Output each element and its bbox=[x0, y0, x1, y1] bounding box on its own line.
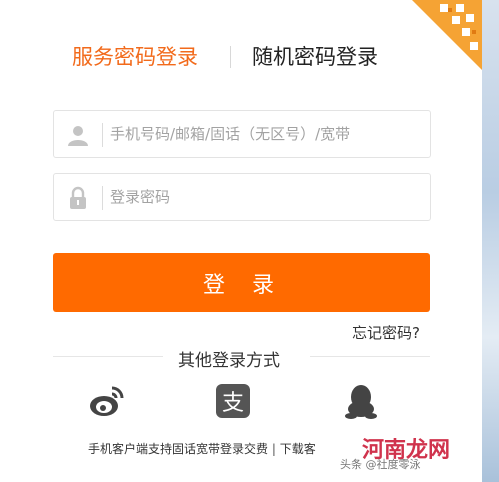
other-login-title: 其他登录方式 bbox=[178, 351, 280, 371]
user-icon bbox=[68, 126, 88, 146]
footer-separator: | bbox=[271, 442, 276, 456]
weibo-icon[interactable] bbox=[88, 382, 126, 420]
lock-icon bbox=[70, 186, 86, 209]
account-input[interactable] bbox=[110, 119, 422, 149]
tab-divider bbox=[230, 46, 231, 68]
divider-line-left bbox=[53, 356, 163, 357]
tab-service-password[interactable]: 服务密码登录 bbox=[72, 44, 198, 70]
download-link[interactable]: 下载客 bbox=[280, 442, 316, 456]
field-divider bbox=[102, 186, 103, 210]
footer-info: 手机客户端支持固话宽带登录交费 bbox=[88, 442, 269, 456]
svg-text:支: 支 bbox=[222, 391, 244, 416]
password-field bbox=[53, 173, 431, 221]
qq-icon[interactable] bbox=[342, 382, 380, 420]
login-panel: 服务密码登录 随机密码登录 登 录 忘记密码? 其他登录方式 支 bbox=[0, 0, 482, 482]
tab-random-password[interactable]: 随机密码登录 bbox=[252, 44, 378, 70]
corner-pattern-icon bbox=[412, 0, 482, 70]
login-button[interactable]: 登 录 bbox=[53, 253, 430, 312]
watermark-caption: 头条 @社度零泳 bbox=[340, 458, 421, 471]
forgot-password-link[interactable]: 忘记密码? bbox=[352, 322, 420, 343]
password-input[interactable] bbox=[110, 182, 422, 212]
field-divider bbox=[102, 123, 103, 147]
footer-text: 手机客户端支持固话宽带登录交费 | 下载客 bbox=[88, 440, 316, 457]
divider-line-right bbox=[310, 356, 430, 357]
account-field bbox=[53, 110, 431, 158]
alipay-icon[interactable]: 支 bbox=[214, 382, 252, 420]
